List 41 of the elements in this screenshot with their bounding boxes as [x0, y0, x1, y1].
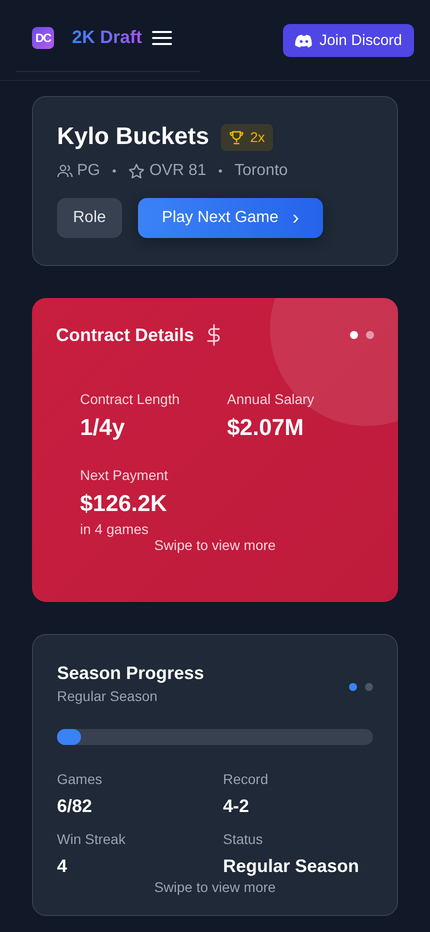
card-title: Season Progress	[57, 663, 204, 684]
stat-value: $126.2K	[80, 490, 168, 517]
separator-dot: •	[112, 164, 116, 178]
dollar-icon	[206, 324, 222, 346]
stat-label: Annual Salary	[227, 391, 316, 407]
rating-text: OVR 81	[149, 162, 206, 180]
star-icon	[128, 162, 146, 180]
stat-label: Contract Length	[80, 391, 181, 407]
swipe-hint: Swipe to view more	[153, 879, 277, 895]
menu-icon[interactable]	[152, 30, 172, 46]
stat-value: 1/4y	[80, 414, 126, 441]
position-text: PG	[77, 162, 100, 180]
page-dot[interactable]	[350, 331, 358, 339]
player-name: Kylo Buckets	[57, 123, 210, 151]
stat-value: 4	[57, 856, 68, 877]
stat-label: Next Payment	[80, 467, 169, 483]
role-button[interactable]: Role	[57, 198, 122, 238]
page-dot[interactable]	[349, 683, 357, 691]
page-dot[interactable]	[366, 331, 374, 339]
join-discord-button[interactable]: Join Discord	[283, 24, 414, 57]
stat-label: Games	[57, 771, 104, 787]
logo: DC	[32, 26, 54, 48]
badge-count: 2x	[250, 129, 265, 145]
swipe-hint: Swipe to view more	[153, 537, 277, 553]
stat-label: Win Streak	[57, 831, 126, 847]
separator-dot: •	[218, 164, 222, 178]
stat-note: in 4 games	[80, 521, 150, 537]
card-title: Contract Details	[56, 324, 194, 346]
stat-label: Status	[223, 831, 264, 847]
stat-label: Record	[223, 771, 270, 787]
team-name: Toronto	[234, 162, 288, 180]
stat-value: Regular Season	[223, 856, 360, 877]
play-next-game-button[interactable]: Play Next Game ›	[138, 198, 324, 238]
stat-value: $2.07M	[227, 414, 305, 441]
card-subtitle: Regular Season	[57, 688, 158, 704]
trophy-icon	[229, 130, 244, 144]
people-icon	[57, 163, 73, 179]
stat-value: 4-2	[223, 796, 250, 817]
page-dot[interactable]	[365, 683, 373, 691]
discord-icon	[295, 34, 314, 48]
stat-value: 6/82	[57, 796, 94, 817]
